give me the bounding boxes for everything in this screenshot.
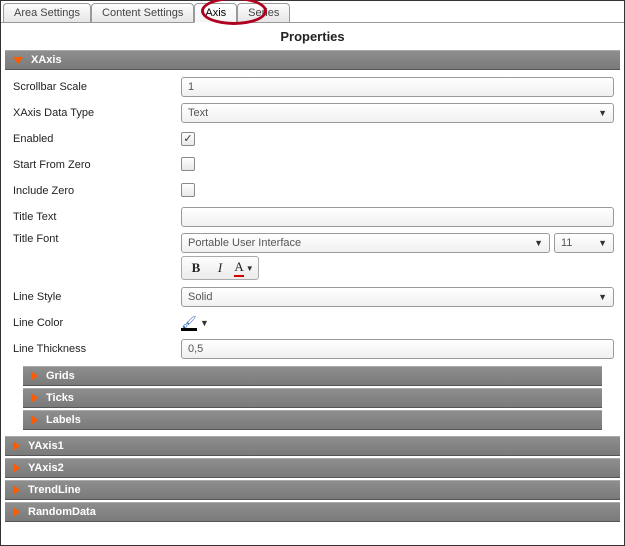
enabled-checkbox[interactable] xyxy=(181,132,195,146)
section-label: TrendLine xyxy=(28,484,81,496)
startfromzero-label: Start From Zero xyxy=(11,159,181,171)
expand-icon xyxy=(13,441,20,451)
xaxis-datatype-label: XAxis Data Type xyxy=(11,107,181,119)
linecolor-picker[interactable]: 🖌 ▼ xyxy=(181,316,209,331)
section-yaxis2[interactable]: YAxis2 xyxy=(5,458,620,478)
tab-area-settings[interactable]: Area Settings xyxy=(3,3,91,22)
linestyle-label: Line Style xyxy=(11,291,181,303)
section-grids[interactable]: Grids xyxy=(23,366,602,386)
italic-button[interactable]: I xyxy=(208,259,232,277)
section-label: YAxis2 xyxy=(28,462,64,474)
section-trendline[interactable]: TrendLine xyxy=(5,480,620,500)
linecolor-label: Line Color xyxy=(11,317,181,329)
section-label: YAxis1 xyxy=(28,440,64,452)
chevron-down-icon: ▼ xyxy=(200,318,209,328)
section-randomdata[interactable]: RandomData xyxy=(5,502,620,522)
chevron-down-icon: ▼ xyxy=(246,264,254,273)
section-ticks[interactable]: Ticks xyxy=(23,388,602,408)
font-format-toolbar: B I A ▼ xyxy=(181,256,259,280)
section-label: Ticks xyxy=(46,392,74,404)
select-value: Text xyxy=(188,107,208,119)
section-yaxis1[interactable]: YAxis1 xyxy=(5,436,620,456)
expand-icon xyxy=(13,57,23,64)
chevron-down-icon: ▼ xyxy=(534,238,543,248)
section-label: Grids xyxy=(46,370,75,382)
select-value: Solid xyxy=(188,291,212,303)
titlefont-label: Title Font xyxy=(11,233,181,245)
linethickness-label: Line Thickness xyxy=(11,343,181,355)
linestyle-select[interactable]: Solid ▼ xyxy=(181,287,614,307)
startfromzero-checkbox[interactable] xyxy=(181,157,195,171)
section-xaxis[interactable]: XAxis xyxy=(5,50,620,70)
titlefont-size-select[interactable]: 11 ▼ xyxy=(554,233,614,253)
expand-icon xyxy=(13,485,20,495)
bold-button[interactable]: B xyxy=(184,259,208,277)
titletext-input[interactable] xyxy=(181,207,614,227)
section-label: Labels xyxy=(46,414,81,426)
scrollbar-scale-label: Scrollbar Scale xyxy=(11,81,181,93)
tab-axis[interactable]: Axis xyxy=(194,3,237,23)
tab-content-settings[interactable]: Content Settings xyxy=(91,3,194,22)
expand-icon xyxy=(13,463,20,473)
xaxis-datatype-select[interactable]: Text ▼ xyxy=(181,103,614,123)
select-value: 11 xyxy=(561,237,572,249)
properties-title: Properties xyxy=(1,23,624,50)
tab-series[interactable]: Series xyxy=(237,3,290,22)
chevron-down-icon: ▼ xyxy=(598,238,607,248)
section-label: RandomData xyxy=(28,506,96,518)
section-label: XAxis xyxy=(31,54,62,66)
enabled-label: Enabled xyxy=(11,133,181,145)
scrollbar-scale-input[interactable] xyxy=(181,77,614,97)
xaxis-panel: Scrollbar Scale XAxis Data Type Text ▼ E… xyxy=(1,70,624,436)
titletext-label: Title Text xyxy=(11,211,181,223)
fontcolor-icon: A xyxy=(234,259,243,277)
expand-icon xyxy=(31,393,38,403)
chevron-down-icon: ▼ xyxy=(598,108,607,118)
chevron-down-icon: ▼ xyxy=(598,292,607,302)
linethickness-input[interactable] xyxy=(181,339,614,359)
select-value: Portable User Interface xyxy=(188,237,301,249)
expand-icon xyxy=(31,415,38,425)
expand-icon xyxy=(31,371,38,381)
paintbucket-icon: 🖌 xyxy=(181,316,197,331)
section-labels[interactable]: Labels xyxy=(23,410,602,430)
includezero-label: Include Zero xyxy=(11,185,181,197)
includezero-checkbox[interactable] xyxy=(181,183,195,197)
fontcolor-button[interactable]: A ▼ xyxy=(232,259,256,277)
expand-icon xyxy=(13,507,20,517)
titlefont-name-select[interactable]: Portable User Interface ▼ xyxy=(181,233,550,253)
tab-bar: Area Settings Content Settings Axis Seri… xyxy=(1,1,624,23)
